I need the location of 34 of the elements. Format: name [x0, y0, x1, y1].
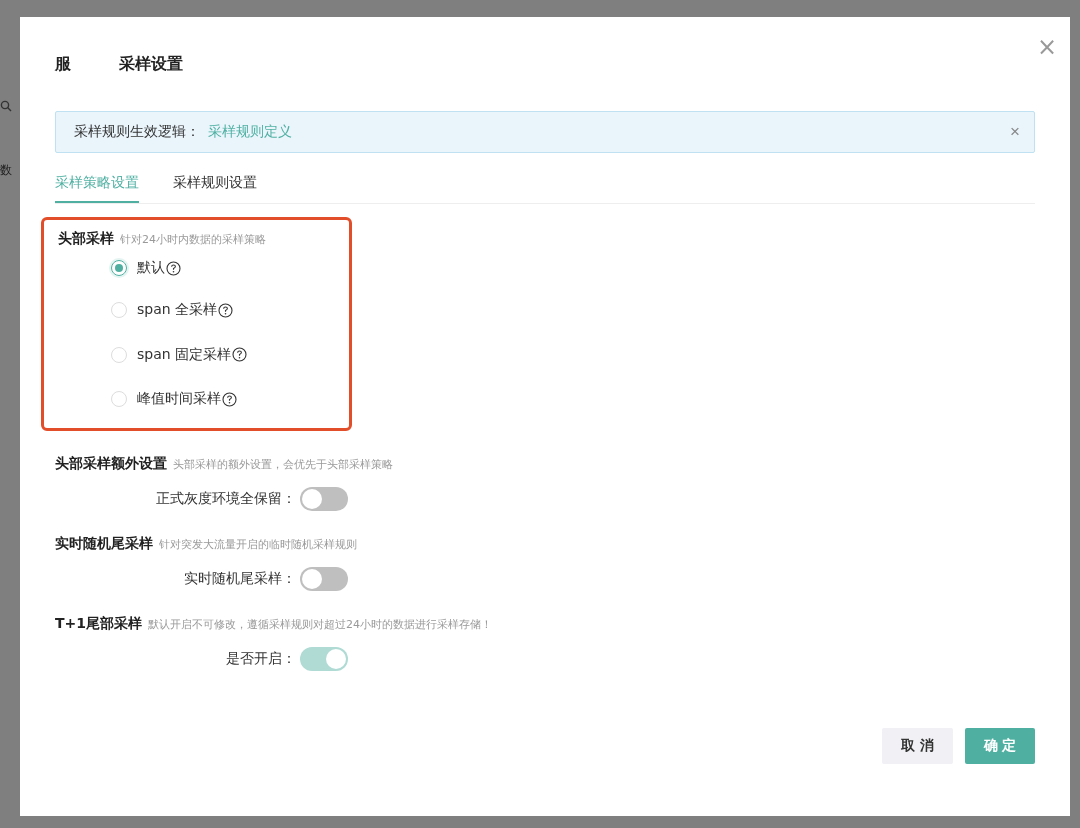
confirm-button[interactable]: 确 定 — [965, 728, 1035, 764]
column-header: 数 — [0, 162, 13, 179]
toggle-switch[interactable] — [300, 566, 348, 591]
help-icon[interactable] — [166, 260, 181, 276]
section-title: 头部采样额外设置 — [55, 454, 167, 473]
section-hint: 针对24小时内数据的采样策略 — [120, 232, 266, 247]
field-label: 正式灰度环境全保留： — [156, 489, 296, 508]
search-icon — [0, 100, 12, 112]
toggle-switch[interactable] — [300, 486, 348, 511]
help-icon[interactable] — [232, 347, 248, 363]
option-label: 峰值时间采样 — [137, 390, 221, 409]
option-label: span 全采样 — [137, 301, 218, 320]
section-hint: 针对突发大流量开启的临时随机采样规则 — [159, 536, 357, 552]
option-label: 默认 — [137, 259, 165, 277]
field-label: 实时随机尾采样： — [184, 569, 296, 588]
close-button[interactable]: × — [1036, 33, 1057, 61]
dialog-title: 服 — [55, 53, 71, 75]
radio-button[interactable] — [111, 260, 127, 276]
rule-link[interactable]: 采样规则定义 — [208, 123, 292, 141]
tab[interactable]: 采样策略设置 — [55, 165, 139, 203]
tab[interactable]: 采样规则设置 — [173, 165, 257, 203]
help-icon[interactable] — [222, 391, 237, 407]
cancel-button[interactable]: 取 消 — [882, 728, 953, 764]
help-icon[interactable] — [218, 302, 234, 318]
option-label: span 固定采样 — [137, 345, 232, 364]
section-title: 头部采样 — [58, 230, 114, 248]
section-title: 实时随机尾采样 — [55, 534, 153, 553]
banner-label: 采样规则生效逻辑： — [74, 123, 200, 141]
close-button[interactable]: × — [1010, 122, 1020, 142]
section-hint: 头部采样的额外设置，会优先于头部采样策略 — [173, 456, 393, 472]
field-label: 是否开启： — [226, 649, 296, 668]
dialog-title: 采样设置 — [119, 53, 183, 75]
section-title: T+1尾部采样 — [55, 614, 143, 633]
section-hint: 默认开启不可修改，遵循采样规则对超过24小时的数据进行采样存储！ — [148, 616, 493, 632]
